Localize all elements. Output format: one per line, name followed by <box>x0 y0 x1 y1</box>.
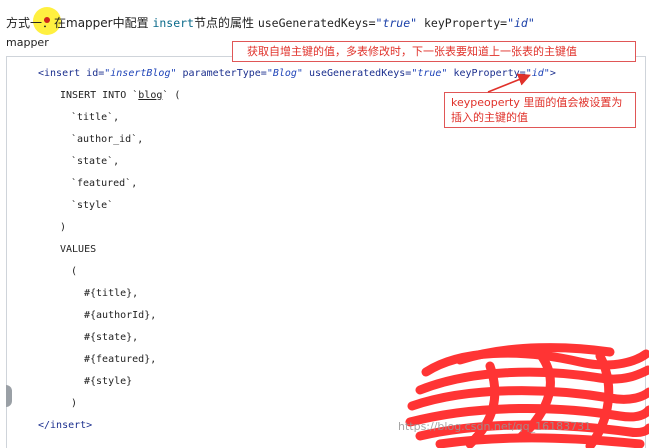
watermark-text: https://blog.csdn.net/qq_16183731 <box>398 420 592 433</box>
